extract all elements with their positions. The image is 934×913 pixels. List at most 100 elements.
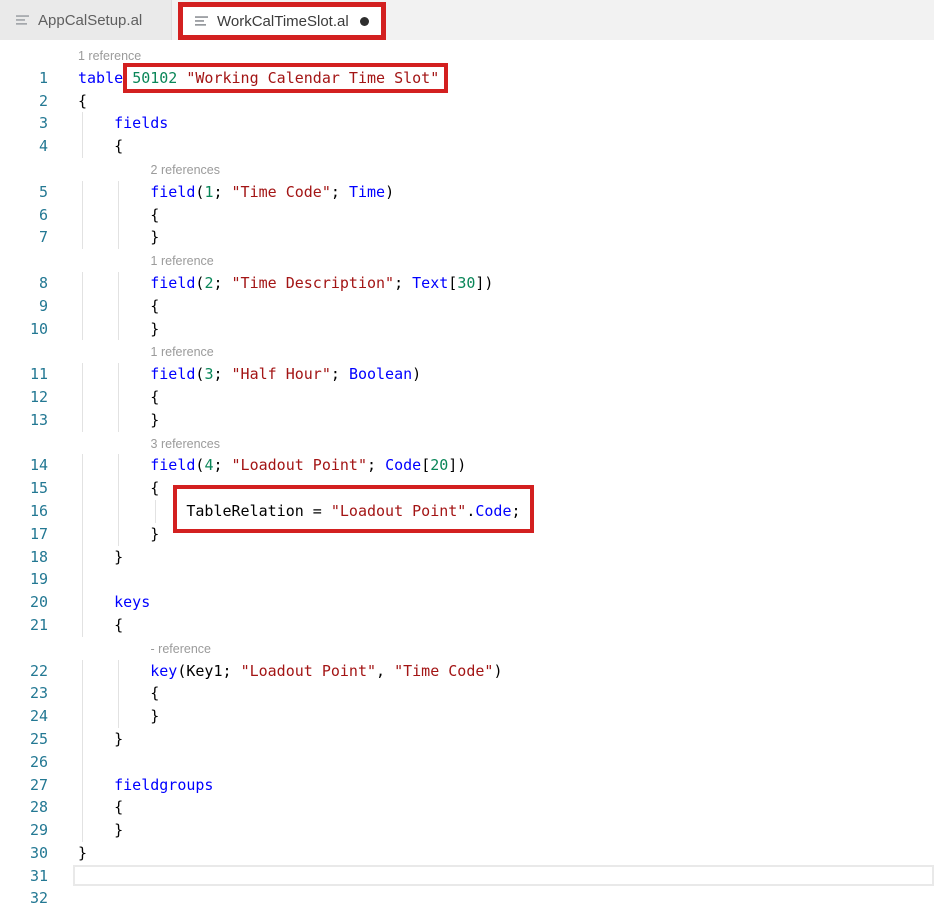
- code-line[interactable]: 4 {: [0, 135, 934, 158]
- line-number[interactable]: 10: [0, 318, 48, 341]
- line-number[interactable]: 17: [0, 523, 48, 546]
- code-line[interactable]: 25 }: [0, 728, 934, 751]
- code-line[interactable]: 28 {: [0, 796, 934, 819]
- code-token: "Loadout Point": [232, 456, 367, 474]
- code-line[interactable]: 9 {: [0, 295, 934, 318]
- line-number[interactable]: 12: [0, 386, 48, 409]
- line-number[interactable]: 15: [0, 477, 48, 500]
- line-number[interactable]: 11: [0, 363, 48, 386]
- line-number[interactable]: 23: [0, 682, 48, 705]
- line-number[interactable]: 3: [0, 112, 48, 135]
- line-content: 3 references: [48, 432, 934, 455]
- codelens-link[interactable]: 1 reference: [151, 250, 214, 273]
- line-number: [0, 249, 48, 272]
- line-number[interactable]: 2: [0, 90, 48, 113]
- line-number[interactable]: 6: [0, 204, 48, 227]
- code-line[interactable]: 16 TableRelation = "Loadout Point".Code;: [0, 500, 934, 523]
- code-token: table: [78, 69, 123, 87]
- code-line[interactable]: 6 {: [0, 204, 934, 227]
- indent-guide: [82, 386, 83, 409]
- code-line[interactable]: 7 }: [0, 226, 934, 249]
- indent-guide: [82, 204, 83, 227]
- line-number[interactable]: 4: [0, 135, 48, 158]
- line-number[interactable]: 19: [0, 568, 48, 591]
- code-token: "Loadout Point": [241, 662, 376, 680]
- code-line[interactable]: 23 {: [0, 682, 934, 705]
- codelens-row[interactable]: 1 reference: [0, 249, 934, 272]
- code-token: TableRelation =: [186, 502, 331, 520]
- code-line[interactable]: 26: [0, 751, 934, 774]
- line-number[interactable]: 24: [0, 705, 48, 728]
- line-number[interactable]: 28: [0, 796, 48, 819]
- codelens-link[interactable]: 1 reference: [151, 341, 214, 364]
- indent-guide: [82, 568, 83, 591]
- unsaved-dot-icon[interactable]: [360, 17, 369, 26]
- line-number[interactable]: 26: [0, 751, 48, 774]
- code-line[interactable]: 12 {: [0, 386, 934, 409]
- code-line[interactable]: 8 field(2; "Time Description"; Text[30]): [0, 272, 934, 295]
- line-number[interactable]: 9: [0, 295, 48, 318]
- line-number[interactable]: 18: [0, 546, 48, 569]
- tab-appcalsetup[interactable]: AppCalSetup.al: [0, 0, 172, 40]
- code-line[interactable]: 11 field(3; "Half Hour"; Boolean): [0, 363, 934, 386]
- indent-guide: [82, 295, 83, 318]
- line-number[interactable]: 14: [0, 454, 48, 477]
- line-number[interactable]: 13: [0, 409, 48, 432]
- line-number[interactable]: 32: [0, 887, 48, 910]
- code-line[interactable]: 22 key(Key1; "Loadout Point", "Time Code…: [0, 660, 934, 683]
- code-token: [78, 114, 114, 132]
- code-line[interactable]: 31: [0, 865, 934, 888]
- line-number[interactable]: 31: [0, 865, 48, 888]
- code-token: ;: [512, 502, 521, 520]
- codelens-row[interactable]: 3 references: [0, 432, 934, 455]
- code-line[interactable]: 1table 50102 "Working Calendar Time Slot…: [0, 67, 934, 90]
- line-number[interactable]: 1: [0, 67, 48, 90]
- code-line[interactable]: 18 }: [0, 546, 934, 569]
- code-line[interactable]: 29 }: [0, 819, 934, 842]
- line-number[interactable]: 5: [0, 181, 48, 204]
- line-number[interactable]: 7: [0, 226, 48, 249]
- line-number[interactable]: 8: [0, 272, 48, 295]
- indent-guide: [118, 204, 119, 227]
- code-line[interactable]: 32: [0, 887, 934, 910]
- codelens-row[interactable]: 1 reference: [0, 340, 934, 363]
- codelens-link[interactable]: 3 references: [151, 433, 220, 456]
- code-line[interactable]: 27 fieldgroups: [0, 774, 934, 797]
- indent-guide: [118, 409, 119, 432]
- line-number[interactable]: 29: [0, 819, 48, 842]
- line-number[interactable]: 21: [0, 614, 48, 637]
- code-line[interactable]: 30}: [0, 842, 934, 865]
- code-line[interactable]: 2{: [0, 90, 934, 113]
- code-line[interactable]: 13 }: [0, 409, 934, 432]
- line-content: {: [48, 796, 934, 819]
- code-line[interactable]: 20 keys: [0, 591, 934, 614]
- code-line[interactable]: 19: [0, 568, 934, 591]
- line-number[interactable]: 22: [0, 660, 48, 683]
- line-number[interactable]: 16: [0, 500, 48, 523]
- line-number[interactable]: 20: [0, 591, 48, 614]
- code-token: 30: [457, 274, 475, 292]
- code-line[interactable]: 5 field(1; "Time Code"; Time): [0, 181, 934, 204]
- line-content: key(Key1; "Loadout Point", "Time Code"): [48, 660, 934, 683]
- line-content: [48, 751, 934, 774]
- codelens-row[interactable]: 2 references: [0, 158, 934, 181]
- codelens-link[interactable]: 2 references: [151, 159, 220, 182]
- tab-workcaltimeslot[interactable]: WorkCalTimeSlot.al: [183, 7, 381, 35]
- codelens-row[interactable]: - reference: [0, 637, 934, 660]
- code-editor[interactable]: 1 reference1table 50102 "Working Calenda…: [0, 40, 934, 913]
- line-content: {: [48, 135, 934, 158]
- code-line[interactable]: 10 }: [0, 318, 934, 341]
- code-line[interactable]: 24 }: [0, 705, 934, 728]
- line-number: [0, 44, 48, 67]
- code-line[interactable]: 3 fields: [0, 112, 934, 135]
- code-token: ;: [331, 183, 349, 201]
- codelens-link[interactable]: - reference: [151, 638, 211, 661]
- line-number[interactable]: 30: [0, 842, 48, 865]
- code-token: {: [78, 616, 123, 634]
- line-number[interactable]: 25: [0, 728, 48, 751]
- code-line[interactable]: 21 {: [0, 614, 934, 637]
- code-line[interactable]: 14 field(4; "Loadout Point"; Code[20]): [0, 454, 934, 477]
- line-number[interactable]: 27: [0, 774, 48, 797]
- line-content: field(4; "Loadout Point"; Code[20]): [48, 454, 934, 477]
- code-token: 50102: [132, 69, 177, 87]
